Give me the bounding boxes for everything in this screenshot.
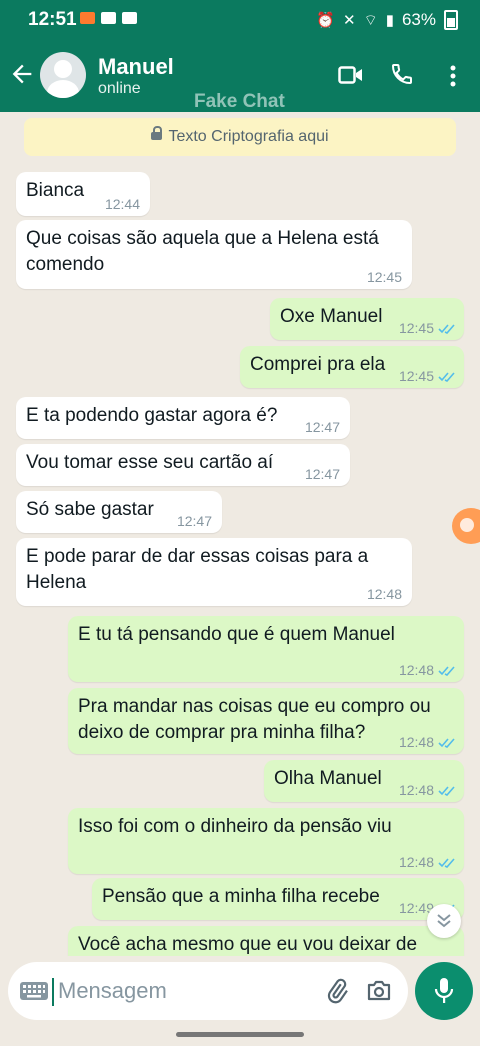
- input-container: [8, 962, 408, 1020]
- system-icons: ⏰ ✕ ⌔ ▮ 63%: [316, 10, 458, 30]
- back-arrow-icon[interactable]: [8, 60, 36, 88]
- message-text: Pra mandar nas coisas que eu compro ou d…: [78, 696, 431, 743]
- read-receipt-icon: [438, 372, 455, 382]
- message-time: 12:45: [398, 320, 434, 336]
- scroll-down-button[interactable]: [427, 904, 461, 938]
- read-receipt-icon: [438, 666, 455, 676]
- message-time: 12:48: [398, 782, 434, 798]
- message-time: 12:44: [104, 196, 140, 212]
- mute-icon: ✕: [343, 12, 356, 29]
- message-text: Você acha mesmo que eu vou deixar de: [78, 934, 418, 955]
- watermark: Fake Chat: [194, 91, 285, 112]
- message-text: E ta podendo gastar agora é?: [26, 405, 278, 426]
- signal-icon: ▮: [385, 12, 394, 29]
- message-time: 12:45: [366, 269, 402, 285]
- message-bubble[interactable]: Oxe Manuel 12:45: [270, 298, 464, 340]
- home-indicator[interactable]: [176, 1032, 304, 1037]
- avatar[interactable]: [40, 52, 86, 98]
- message-text: E pode parar de dar essas coisas para a …: [26, 546, 369, 593]
- message-time: 12:47: [176, 513, 212, 529]
- message-bubble[interactable]: Isso foi com o dinheiro da pensão viu 12…: [68, 808, 464, 874]
- folder-icon: [101, 12, 116, 24]
- message-bubble[interactable]: Pra mandar nas coisas que eu compro ou d…: [68, 688, 464, 754]
- message-bubble[interactable]: Bianca 12:44: [16, 172, 150, 216]
- battery-icon: [444, 10, 458, 30]
- floating-recorder-bubble[interactable]: [452, 508, 480, 544]
- recording-icon: [80, 12, 95, 24]
- attachment-icon[interactable]: [324, 978, 350, 1004]
- message-bubble[interactable]: Pensão que a minha filha recebe 12:49: [92, 878, 464, 920]
- battery-percent: 63%: [401, 10, 436, 29]
- message-input[interactable]: [54, 974, 302, 1008]
- message-bubble[interactable]: Que coisas são aquela que a Helena está …: [16, 220, 412, 289]
- message-text: Bianca: [26, 180, 85, 201]
- message-text: Vou tomar esse seu cartão aí: [26, 452, 274, 473]
- message-time: 12:48: [398, 854, 434, 870]
- double-chevron-down-icon: [437, 914, 451, 928]
- voice-message-button[interactable]: [415, 962, 473, 1020]
- video-call-icon[interactable]: [338, 64, 364, 86]
- message-time: 12:47: [304, 419, 340, 435]
- more-options-icon[interactable]: [446, 64, 460, 88]
- status-time: 12:51: [28, 9, 77, 30]
- chat-header: Manuel online Fake Chat: [0, 40, 480, 112]
- contact-status: online: [98, 80, 141, 97]
- alarm-icon: ⏰: [316, 12, 336, 29]
- phone-call-icon[interactable]: [390, 62, 414, 86]
- message-bubble[interactable]: Comprei pra ela 12:45: [240, 346, 464, 388]
- wifi-icon: ⌔: [363, 11, 378, 29]
- read-receipt-icon: [438, 858, 455, 868]
- read-receipt-icon: [438, 786, 455, 796]
- message-time: 12:48: [366, 586, 402, 602]
- keyboard-icon[interactable]: [20, 982, 48, 1000]
- message-text: Olha Manuel: [274, 768, 382, 789]
- message-text: Que coisas são aquela que a Helena está …: [26, 228, 379, 275]
- message-text: Só sabe gastar: [26, 499, 154, 520]
- lock-icon: [151, 126, 163, 143]
- camera-icon[interactable]: [366, 978, 392, 1002]
- message-text: Pensão que a minha filha recebe: [102, 886, 380, 907]
- message-time: 12:48: [398, 662, 434, 678]
- system-nav-bar: [0, 1026, 480, 1046]
- message-text: Comprei pra ela: [250, 354, 386, 375]
- message-time: 12:47: [304, 466, 340, 482]
- notification-icons: [80, 12, 137, 24]
- message-bubble[interactable]: E ta podendo gastar agora é? 12:47: [16, 397, 350, 439]
- message-time: 12:48: [398, 734, 434, 750]
- chat-screen: 12:51 ⏰ ✕ ⌔ ▮ 63% Manuel online Fake Cha…: [0, 0, 480, 1046]
- read-receipt-icon: [438, 738, 455, 748]
- encryption-notice[interactable]: Texto Criptografia aqui: [24, 118, 456, 156]
- contact-name[interactable]: Manuel: [98, 54, 174, 80]
- read-receipt-icon: [438, 324, 455, 334]
- message-text: Isso foi com o dinheiro da pensão viu: [78, 816, 392, 837]
- message-bubble[interactable]: E tu tá pensando que é quem Manuel 12:48: [68, 616, 464, 682]
- message-time: 12:45: [398, 368, 434, 384]
- message-bubble[interactable]: Só sabe gastar 12:47: [16, 491, 222, 533]
- message-bubble[interactable]: E pode parar de dar essas coisas para a …: [16, 538, 412, 606]
- microphone-icon: [434, 978, 454, 1003]
- message-text: E tu tá pensando que é quem Manuel: [78, 624, 395, 645]
- message-bubble[interactable]: Vou tomar esse seu cartão aí 12:47: [16, 444, 350, 486]
- youtube-icon: [122, 12, 137, 24]
- status-bar: 12:51 ⏰ ✕ ⌔ ▮ 63%: [0, 0, 480, 40]
- message-text: Oxe Manuel: [280, 306, 383, 327]
- message-bubble[interactable]: Olha Manuel 12:48: [264, 760, 464, 802]
- message-composer: [0, 956, 480, 1026]
- encryption-text: Texto Criptografia aqui: [168, 128, 329, 145]
